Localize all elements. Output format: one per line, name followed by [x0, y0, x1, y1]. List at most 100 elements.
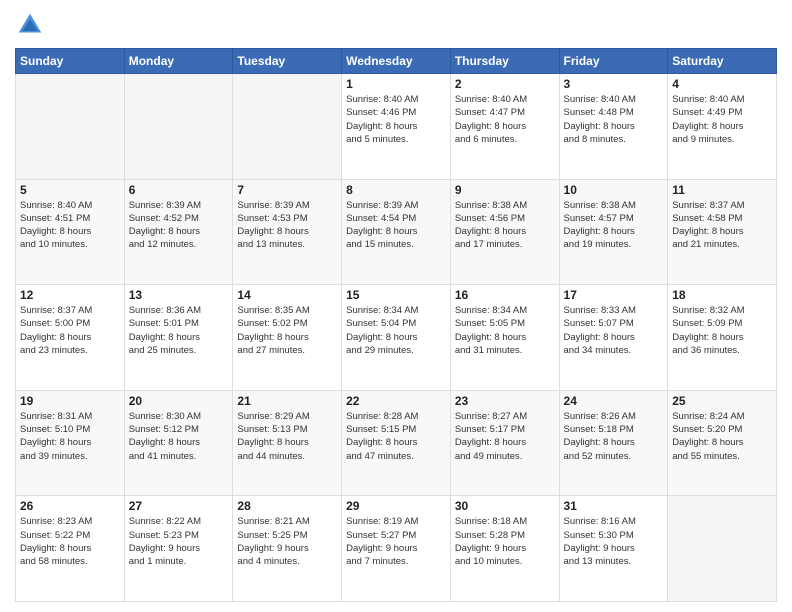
- day-info: Sunrise: 8:29 AM Sunset: 5:13 PM Dayligh…: [237, 410, 337, 463]
- day-number: 28: [237, 499, 337, 513]
- day-header-friday: Friday: [559, 49, 668, 74]
- day-header-monday: Monday: [124, 49, 233, 74]
- day-info: Sunrise: 8:37 AM Sunset: 5:00 PM Dayligh…: [20, 304, 120, 357]
- day-info: Sunrise: 8:40 AM Sunset: 4:49 PM Dayligh…: [672, 93, 772, 146]
- day-info: Sunrise: 8:38 AM Sunset: 4:57 PM Dayligh…: [564, 199, 664, 252]
- day-header-thursday: Thursday: [450, 49, 559, 74]
- day-info: Sunrise: 8:16 AM Sunset: 5:30 PM Dayligh…: [564, 515, 664, 568]
- calendar-cell: 10Sunrise: 8:38 AM Sunset: 4:57 PM Dayli…: [559, 179, 668, 285]
- day-number: 12: [20, 288, 120, 302]
- calendar-cell: 23 Sunrise: 8:27 AM Sunset: 5:17 PM Dayli…: [450, 390, 559, 496]
- calendar-cell: 18 Sunrise: 8:32 AM Sunset: 5:09 PM Dayli…: [668, 285, 777, 391]
- day-info: Sunrise: 8:38 AM Sunset: 4:56 PM Dayligh…: [455, 199, 555, 252]
- day-number: 4: [672, 77, 772, 91]
- day-number: 31: [564, 499, 664, 513]
- day-info: Sunrise: 8:27 AM Sunset: 5:17 PM Dayligh…: [455, 410, 555, 463]
- calendar-cell: 30 Sunrise: 8:18 AM Sunset: 5:28 PM Dayli…: [450, 496, 559, 602]
- day-number: 20: [129, 394, 229, 408]
- calendar-cell: 21Sunrise: 8:29 AM Sunset: 5:13 PM Dayli…: [233, 390, 342, 496]
- day-info: Sunrise: 8:22 AM Sunset: 5:23 PM Dayligh…: [129, 515, 229, 568]
- calendar-cell: 2 Sunrise: 8:40 AM Sunset: 4:47 PM Daylig…: [450, 74, 559, 180]
- calendar-cell: 4 Sunrise: 8:40 AM Sunset: 4:49 PM Daylig…: [668, 74, 777, 180]
- day-number: 17: [564, 288, 664, 302]
- day-number: 13: [129, 288, 229, 302]
- calendar-cell: 27 Sunrise: 8:22 AM Sunset: 5:23 PM Dayli…: [124, 496, 233, 602]
- calendar-cell: [233, 74, 342, 180]
- day-number: 23: [455, 394, 555, 408]
- day-info: Sunrise: 8:36 AM Sunset: 5:01 PM Dayligh…: [129, 304, 229, 357]
- day-number: 15: [346, 288, 446, 302]
- calendar-table: SundayMondayTuesdayWednesdayThursdayFrid…: [15, 48, 777, 602]
- day-info: Sunrise: 8:28 AM Sunset: 5:15 PM Dayligh…: [346, 410, 446, 463]
- calendar-cell: 29 Sunrise: 8:19 AM Sunset: 5:27 PM Dayli…: [342, 496, 451, 602]
- calendar-cell: 24 Sunrise: 8:26 AM Sunset: 5:18 PM Dayli…: [559, 390, 668, 496]
- calendar-cell: [668, 496, 777, 602]
- calendar-cell: [124, 74, 233, 180]
- day-info: Sunrise: 8:39 AM Sunset: 4:52 PM Dayligh…: [129, 199, 229, 252]
- calendar-cell: 14 Sunrise: 8:35 AM Sunset: 5:02 PM Dayli…: [233, 285, 342, 391]
- page: SundayMondayTuesdayWednesdayThursdayFrid…: [0, 0, 792, 612]
- day-number: 29: [346, 499, 446, 513]
- day-info: Sunrise: 8:18 AM Sunset: 5:28 PM Dayligh…: [455, 515, 555, 568]
- day-number: 11: [672, 183, 772, 197]
- day-header-saturday: Saturday: [668, 49, 777, 74]
- day-number: 14: [237, 288, 337, 302]
- day-number: 16: [455, 288, 555, 302]
- calendar-cell: 25Sunrise: 8:24 AM Sunset: 5:20 PM Dayli…: [668, 390, 777, 496]
- calendar-cell: 3 Sunrise: 8:40 AM Sunset: 4:48 PM Daylig…: [559, 74, 668, 180]
- logo-icon: [15, 10, 45, 40]
- calendar-cell: 12 Sunrise: 8:37 AM Sunset: 5:00 PM Dayli…: [16, 285, 125, 391]
- calendar-cell: 8 Sunrise: 8:39 AM Sunset: 4:54 PM Daylig…: [342, 179, 451, 285]
- calendar-cell: 5Sunrise: 8:40 AM Sunset: 4:51 PM Daylig…: [16, 179, 125, 285]
- day-number: 2: [455, 77, 555, 91]
- calendar-cell: 28 Sunrise: 8:21 AM Sunset: 5:25 PM Dayli…: [233, 496, 342, 602]
- day-header-wednesday: Wednesday: [342, 49, 451, 74]
- calendar-cell: 31 Sunrise: 8:16 AM Sunset: 5:30 PM Dayli…: [559, 496, 668, 602]
- day-number: 3: [564, 77, 664, 91]
- calendar-cell: 16Sunrise: 8:34 AM Sunset: 5:05 PM Dayli…: [450, 285, 559, 391]
- calendar-cell: 22 Sunrise: 8:28 AM Sunset: 5:15 PM Dayli…: [342, 390, 451, 496]
- day-info: Sunrise: 8:35 AM Sunset: 5:02 PM Dayligh…: [237, 304, 337, 357]
- calendar-header-row: SundayMondayTuesdayWednesdayThursdayFrid…: [16, 49, 777, 74]
- week-row-3: 12 Sunrise: 8:37 AM Sunset: 5:00 PM Dayli…: [16, 285, 777, 391]
- day-number: 5: [20, 183, 120, 197]
- day-info: Sunrise: 8:24 AM Sunset: 5:20 PM Dayligh…: [672, 410, 772, 463]
- calendar-cell: 15 Sunrise: 8:34 AM Sunset: 5:04 PM Dayli…: [342, 285, 451, 391]
- day-number: 27: [129, 499, 229, 513]
- day-number: 9: [455, 183, 555, 197]
- calendar-cell: [16, 74, 125, 180]
- day-info: Sunrise: 8:26 AM Sunset: 5:18 PM Dayligh…: [564, 410, 664, 463]
- calendar-cell: 1Sunrise: 8:40 AM Sunset: 4:46 PM Daylig…: [342, 74, 451, 180]
- calendar-cell: 20Sunrise: 8:30 AM Sunset: 5:12 PM Dayli…: [124, 390, 233, 496]
- week-row-4: 19 Sunrise: 8:31 AM Sunset: 5:10 PM Dayli…: [16, 390, 777, 496]
- day-info: Sunrise: 8:34 AM Sunset: 5:04 PM Dayligh…: [346, 304, 446, 357]
- day-number: 7: [237, 183, 337, 197]
- calendar-cell: 17Sunrise: 8:33 AM Sunset: 5:07 PM Dayli…: [559, 285, 668, 391]
- day-info: Sunrise: 8:19 AM Sunset: 5:27 PM Dayligh…: [346, 515, 446, 568]
- calendar-cell: 11Sunrise: 8:37 AM Sunset: 4:58 PM Dayli…: [668, 179, 777, 285]
- calendar-cell: 19 Sunrise: 8:31 AM Sunset: 5:10 PM Dayli…: [16, 390, 125, 496]
- calendar-cell: 13 Sunrise: 8:36 AM Sunset: 5:01 PM Dayli…: [124, 285, 233, 391]
- day-info: Sunrise: 8:31 AM Sunset: 5:10 PM Dayligh…: [20, 410, 120, 463]
- day-info: Sunrise: 8:40 AM Sunset: 4:47 PM Dayligh…: [455, 93, 555, 146]
- calendar-cell: 6Sunrise: 8:39 AM Sunset: 4:52 PM Daylig…: [124, 179, 233, 285]
- day-number: 26: [20, 499, 120, 513]
- day-info: Sunrise: 8:23 AM Sunset: 5:22 PM Dayligh…: [20, 515, 120, 568]
- day-info: Sunrise: 8:40 AM Sunset: 4:48 PM Dayligh…: [564, 93, 664, 146]
- logo: [15, 10, 49, 40]
- day-number: 24: [564, 394, 664, 408]
- day-number: 30: [455, 499, 555, 513]
- calendar-cell: 9 Sunrise: 8:38 AM Sunset: 4:56 PM Daylig…: [450, 179, 559, 285]
- day-number: 19: [20, 394, 120, 408]
- day-number: 18: [672, 288, 772, 302]
- calendar-cell: 7Sunrise: 8:39 AM Sunset: 4:53 PM Daylig…: [233, 179, 342, 285]
- day-header-tuesday: Tuesday: [233, 49, 342, 74]
- day-info: Sunrise: 8:39 AM Sunset: 4:54 PM Dayligh…: [346, 199, 446, 252]
- day-number: 22: [346, 394, 446, 408]
- day-header-sunday: Sunday: [16, 49, 125, 74]
- day-info: Sunrise: 8:32 AM Sunset: 5:09 PM Dayligh…: [672, 304, 772, 357]
- day-info: Sunrise: 8:21 AM Sunset: 5:25 PM Dayligh…: [237, 515, 337, 568]
- week-row-1: 1Sunrise: 8:40 AM Sunset: 4:46 PM Daylig…: [16, 74, 777, 180]
- header: [15, 10, 777, 40]
- day-number: 8: [346, 183, 446, 197]
